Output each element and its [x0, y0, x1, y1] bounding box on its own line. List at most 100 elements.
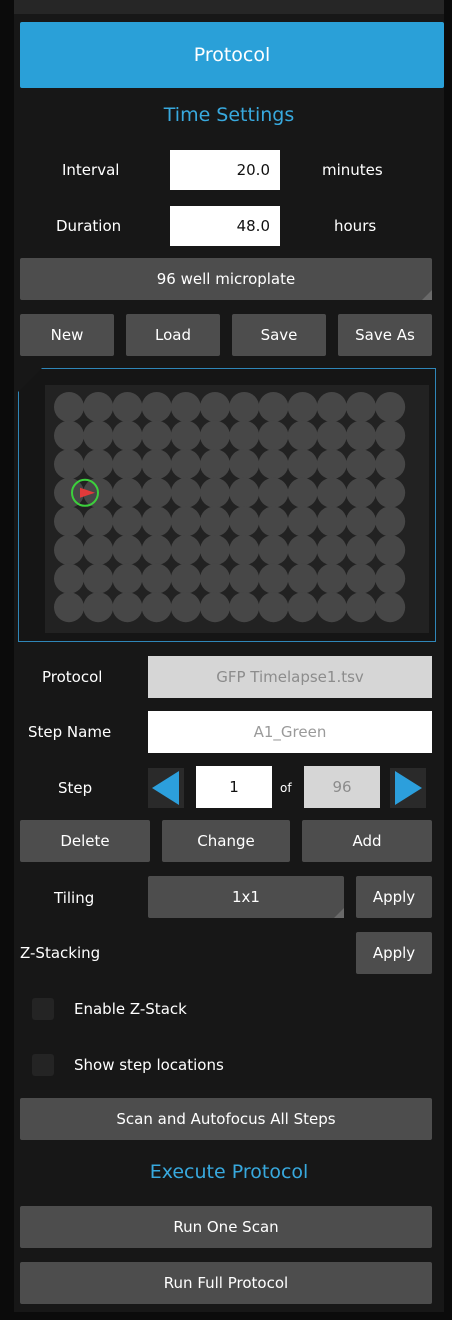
well-E5[interactable] — [170, 506, 201, 537]
well-C9[interactable] — [287, 449, 318, 480]
well-G9[interactable] — [287, 563, 318, 594]
well-G3[interactable] — [112, 563, 143, 594]
well-H2[interactable] — [83, 592, 114, 623]
new-button[interactable]: New — [20, 314, 114, 356]
well-A1[interactable] — [54, 392, 84, 422]
well-G6[interactable] — [200, 563, 230, 594]
well-H10[interactable] — [316, 592, 347, 623]
well-E6[interactable] — [200, 506, 230, 537]
well-C4[interactable] — [141, 449, 172, 480]
step-name-field[interactable]: A1_Green — [148, 711, 432, 753]
well-H11[interactable] — [346, 592, 376, 623]
well-A10[interactable] — [316, 392, 347, 422]
plate-view[interactable] — [18, 368, 436, 642]
protocol-file-field[interactable]: GFP Timelapse1.tsv — [148, 656, 432, 698]
well-A3[interactable] — [112, 392, 143, 422]
well-H1[interactable] — [54, 592, 84, 623]
well-F1[interactable] — [54, 535, 84, 565]
well-H8[interactable] — [258, 592, 289, 623]
well-D8[interactable] — [258, 477, 289, 508]
well-F10[interactable] — [316, 535, 347, 565]
interval-input[interactable]: 20.0 — [170, 150, 280, 190]
well-A9[interactable] — [287, 392, 318, 422]
well-A11[interactable] — [346, 392, 376, 422]
well-D5[interactable] — [170, 477, 201, 508]
well-G2[interactable] — [83, 563, 114, 594]
well-C8[interactable] — [258, 449, 289, 480]
well-C2[interactable] — [83, 449, 114, 480]
well-A2[interactable] — [83, 392, 114, 422]
well-F5[interactable] — [170, 535, 201, 565]
well-H3[interactable] — [112, 592, 143, 623]
well-B9[interactable] — [287, 420, 318, 451]
well-D10[interactable] — [316, 477, 347, 508]
well-C10[interactable] — [316, 449, 347, 480]
well-D4[interactable] — [141, 477, 172, 508]
delete-step-button[interactable]: Delete — [20, 820, 150, 862]
well-B2[interactable] — [83, 420, 114, 451]
well-E3[interactable] — [112, 506, 143, 537]
well-D11[interactable] — [346, 477, 376, 508]
well-C1[interactable] — [54, 449, 84, 480]
well-G10[interactable] — [316, 563, 347, 594]
well-F11[interactable] — [346, 535, 376, 565]
well-F12[interactable] — [375, 535, 406, 565]
change-step-button[interactable]: Change — [162, 820, 290, 862]
well-D1[interactable] — [54, 477, 84, 508]
well-H5[interactable] — [170, 592, 201, 623]
well-D6[interactable] — [200, 477, 230, 508]
well-E9[interactable] — [287, 506, 318, 537]
well-A12[interactable] — [375, 392, 406, 422]
well-B4[interactable] — [141, 420, 172, 451]
well-F6[interactable] — [200, 535, 230, 565]
scan-autofocus-all-button[interactable]: Scan and Autofocus All Steps — [20, 1098, 432, 1140]
next-step-arrow-icon[interactable] — [390, 768, 426, 808]
microplate[interactable] — [45, 385, 429, 633]
well-B7[interactable] — [229, 420, 260, 451]
save-button[interactable]: Save — [232, 314, 326, 356]
well-E4[interactable] — [141, 506, 172, 537]
well-grid[interactable] — [45, 385, 429, 633]
well-A4[interactable] — [141, 392, 172, 422]
well-H12[interactable] — [375, 592, 406, 623]
well-G1[interactable] — [54, 563, 84, 594]
run-one-scan-button[interactable]: Run One Scan — [20, 1206, 432, 1248]
well-E7[interactable] — [229, 506, 260, 537]
well-F7[interactable] — [229, 535, 260, 565]
well-H6[interactable] — [200, 592, 230, 623]
well-B1[interactable] — [54, 420, 84, 451]
step-number-input[interactable]: 1 — [196, 766, 272, 808]
well-G8[interactable] — [258, 563, 289, 594]
show-step-locations-checkbox[interactable] — [32, 1054, 54, 1076]
well-F2[interactable] — [83, 535, 114, 565]
well-G4[interactable] — [141, 563, 172, 594]
well-F8[interactable] — [258, 535, 289, 565]
enable-z-stack-checkbox[interactable] — [32, 998, 54, 1020]
well-G7[interactable] — [229, 563, 260, 594]
well-B3[interactable] — [112, 420, 143, 451]
labware-select[interactable]: 96 well microplate — [20, 258, 432, 300]
well-G12[interactable] — [375, 563, 406, 594]
previous-step-arrow-icon[interactable] — [148, 768, 184, 808]
duration-input[interactable]: 48.0 — [170, 206, 280, 246]
well-E2[interactable] — [83, 506, 114, 537]
well-H4[interactable] — [141, 592, 172, 623]
well-B6[interactable] — [200, 420, 230, 451]
well-G5[interactable] — [170, 563, 201, 594]
well-D7[interactable] — [229, 477, 260, 508]
well-D9[interactable] — [287, 477, 318, 508]
well-C6[interactable] — [200, 449, 230, 480]
well-C7[interactable] — [229, 449, 260, 480]
load-button[interactable]: Load — [126, 314, 220, 356]
save-as-button[interactable]: Save As — [338, 314, 432, 356]
well-C5[interactable] — [170, 449, 201, 480]
well-C12[interactable] — [375, 449, 406, 480]
well-E10[interactable] — [316, 506, 347, 537]
well-A7[interactable] — [229, 392, 260, 422]
well-F4[interactable] — [141, 535, 172, 565]
run-full-protocol-button[interactable]: Run Full Protocol — [20, 1262, 432, 1304]
well-D12[interactable] — [375, 477, 406, 508]
well-A6[interactable] — [200, 392, 230, 422]
well-E1[interactable] — [54, 506, 84, 537]
well-B10[interactable] — [316, 420, 347, 451]
